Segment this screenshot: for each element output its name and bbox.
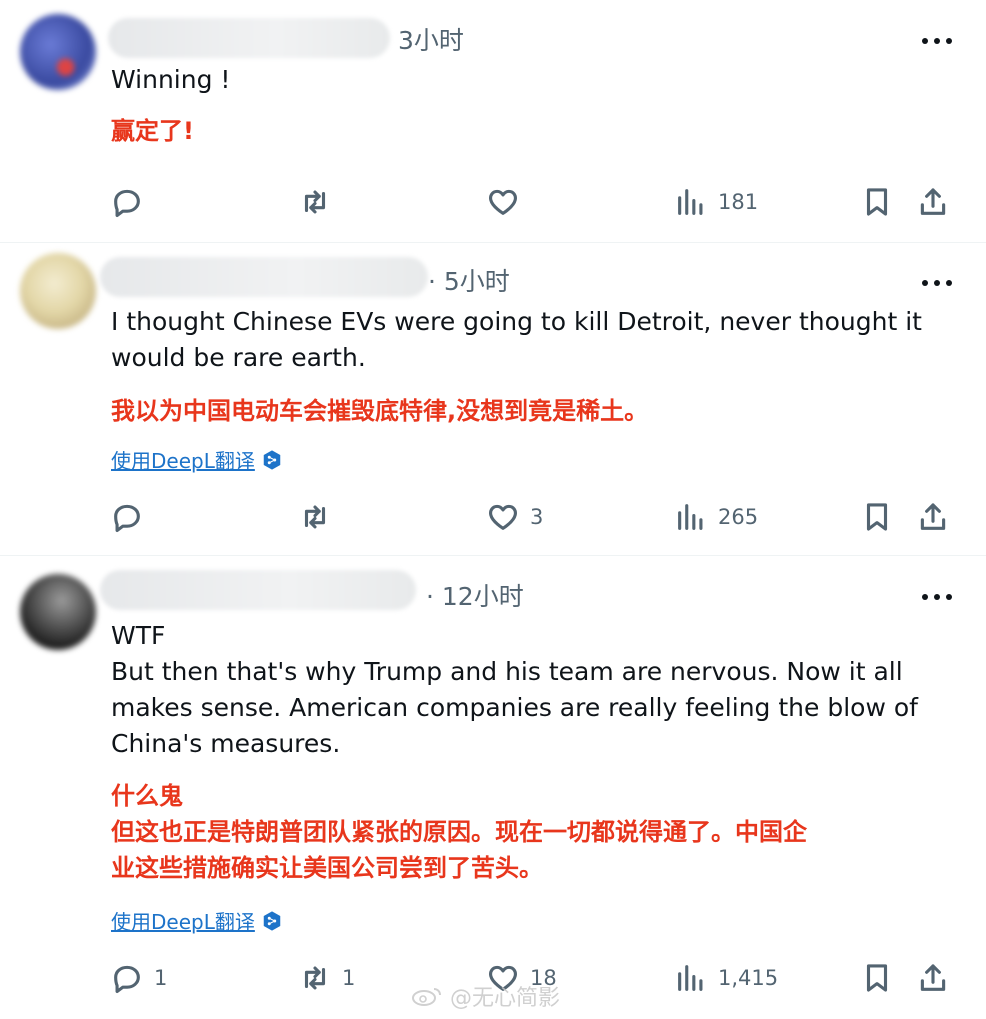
more-icon[interactable] bbox=[922, 36, 952, 46]
views-count: 265 bbox=[718, 505, 759, 529]
share-button[interactable] bbox=[916, 497, 950, 537]
views-icon bbox=[678, 504, 703, 530]
reply-icon bbox=[114, 504, 140, 533]
share-button[interactable] bbox=[916, 182, 950, 222]
text-line: 赢定了! bbox=[111, 117, 194, 145]
text-line: But then that's why Trump and his team a… bbox=[111, 657, 903, 686]
repost-icon bbox=[304, 966, 326, 990]
post-time[interactable]: · 12小时 bbox=[426, 584, 524, 609]
views-icon bbox=[678, 189, 703, 215]
text-line: I thought Chinese EVs were going to kill… bbox=[111, 307, 922, 336]
text-line: 什么鬼 bbox=[111, 782, 183, 810]
post-time[interactable]: 3小时 bbox=[398, 28, 464, 53]
translate-link[interactable]: 使用DeepL翻译 bbox=[111, 445, 283, 474]
like-count: 3 bbox=[530, 505, 544, 529]
bookmark-icon bbox=[866, 964, 888, 992]
text-line: 但这也正是特朗普团队紧张的原因。现在一切都说得通了。中国企 bbox=[111, 818, 807, 846]
views-count: 181 bbox=[718, 190, 759, 214]
bookmark-icon bbox=[866, 503, 888, 531]
bookmark-button[interactable] bbox=[860, 182, 894, 222]
post-time[interactable]: · 5小时 bbox=[428, 269, 510, 294]
reply-button[interactable] bbox=[110, 497, 154, 537]
bookmark-button[interactable] bbox=[860, 958, 894, 998]
share-button[interactable] bbox=[916, 958, 950, 998]
text-line: would be rare earth. bbox=[111, 343, 366, 372]
reply-count: 1 bbox=[154, 966, 168, 990]
translate-label[interactable]: 使用DeepL翻译 bbox=[111, 445, 255, 474]
reply-icon bbox=[114, 965, 140, 994]
bookmark-icon bbox=[866, 188, 888, 216]
text-line: Winning ! bbox=[111, 65, 231, 94]
post-2[interactable]: · 5小时 I thought Chinese EVs were going t… bbox=[0, 243, 986, 555]
views-button[interactable]: 1,415 bbox=[674, 958, 778, 998]
action-bar: 3 265 bbox=[0, 497, 986, 537]
weibo-logo-icon bbox=[412, 988, 441, 1006]
reply-icon bbox=[114, 189, 140, 218]
watermark: @无心简影 bbox=[410, 980, 560, 1012]
heart-icon bbox=[489, 189, 517, 215]
avatar[interactable] bbox=[20, 14, 96, 90]
avatar[interactable] bbox=[20, 574, 96, 650]
repost-icon bbox=[304, 190, 326, 214]
post-text-en: I thought Chinese EVs were going to kill… bbox=[111, 304, 951, 376]
repost-count: 1 bbox=[342, 966, 356, 990]
bookmark-button[interactable] bbox=[860, 497, 894, 537]
like-button[interactable]: 3 bbox=[486, 497, 543, 537]
post-text-zh: 什么鬼 但这也正是特朗普团队紧张的原因。现在一切都说得通了。中国企 业这些措施确… bbox=[111, 778, 951, 886]
repost-button[interactable]: 1 bbox=[298, 958, 355, 998]
deepl-icon bbox=[263, 449, 281, 470]
more-icon[interactable] bbox=[922, 278, 952, 288]
translate-link[interactable]: 使用DeepL翻译 bbox=[111, 906, 283, 935]
repost-button[interactable] bbox=[298, 182, 342, 222]
author-name-redacted[interactable] bbox=[100, 570, 416, 610]
views-icon bbox=[678, 965, 703, 991]
post-text-zh: 我以为中国电动车会摧毁底特律,没想到竟是稀土。 bbox=[111, 393, 951, 429]
share-icon bbox=[920, 964, 946, 991]
views-count: 1,415 bbox=[718, 966, 779, 990]
share-icon bbox=[920, 503, 946, 530]
views-button[interactable]: 181 bbox=[674, 182, 758, 222]
reply-button[interactable] bbox=[110, 182, 154, 222]
translate-label[interactable]: 使用DeepL翻译 bbox=[111, 906, 255, 935]
action-bar: 181 bbox=[0, 182, 986, 222]
post-1[interactable]: 3小时 Winning ! 赢定了! 181 bbox=[0, 0, 986, 242]
text-line: 业这些措施确实让美国公司尝到了苦头。 bbox=[111, 854, 543, 882]
post-3[interactable]: · 12小时 WTF But then that's why Trump and… bbox=[0, 556, 986, 1019]
text-line: makes sense. American companies are real… bbox=[111, 693, 918, 722]
text-line: WTF bbox=[111, 621, 166, 650]
repost-button[interactable] bbox=[298, 497, 342, 537]
reply-button[interactable]: 1 bbox=[110, 958, 167, 998]
deepl-icon bbox=[263, 910, 281, 931]
author-name-redacted[interactable] bbox=[100, 257, 428, 297]
more-icon[interactable] bbox=[922, 592, 952, 602]
text-line: 我以为中国电动车会摧毁底特律,没想到竟是稀土。 bbox=[111, 397, 649, 425]
post-text-en: WTF But then that's why Trump and his te… bbox=[111, 618, 951, 762]
avatar[interactable] bbox=[20, 253, 96, 329]
post-text-en: Winning ! bbox=[111, 62, 951, 98]
author-name-redacted[interactable] bbox=[108, 18, 390, 58]
like-button[interactable] bbox=[486, 182, 530, 222]
repost-icon bbox=[304, 505, 326, 529]
heart-icon bbox=[489, 504, 517, 530]
post-text-zh: 赢定了! bbox=[111, 113, 951, 149]
views-button[interactable]: 265 bbox=[674, 497, 758, 537]
text-line: China's measures. bbox=[111, 729, 341, 758]
share-icon bbox=[920, 188, 946, 215]
watermark-text: @无心简影 bbox=[450, 986, 561, 1011]
